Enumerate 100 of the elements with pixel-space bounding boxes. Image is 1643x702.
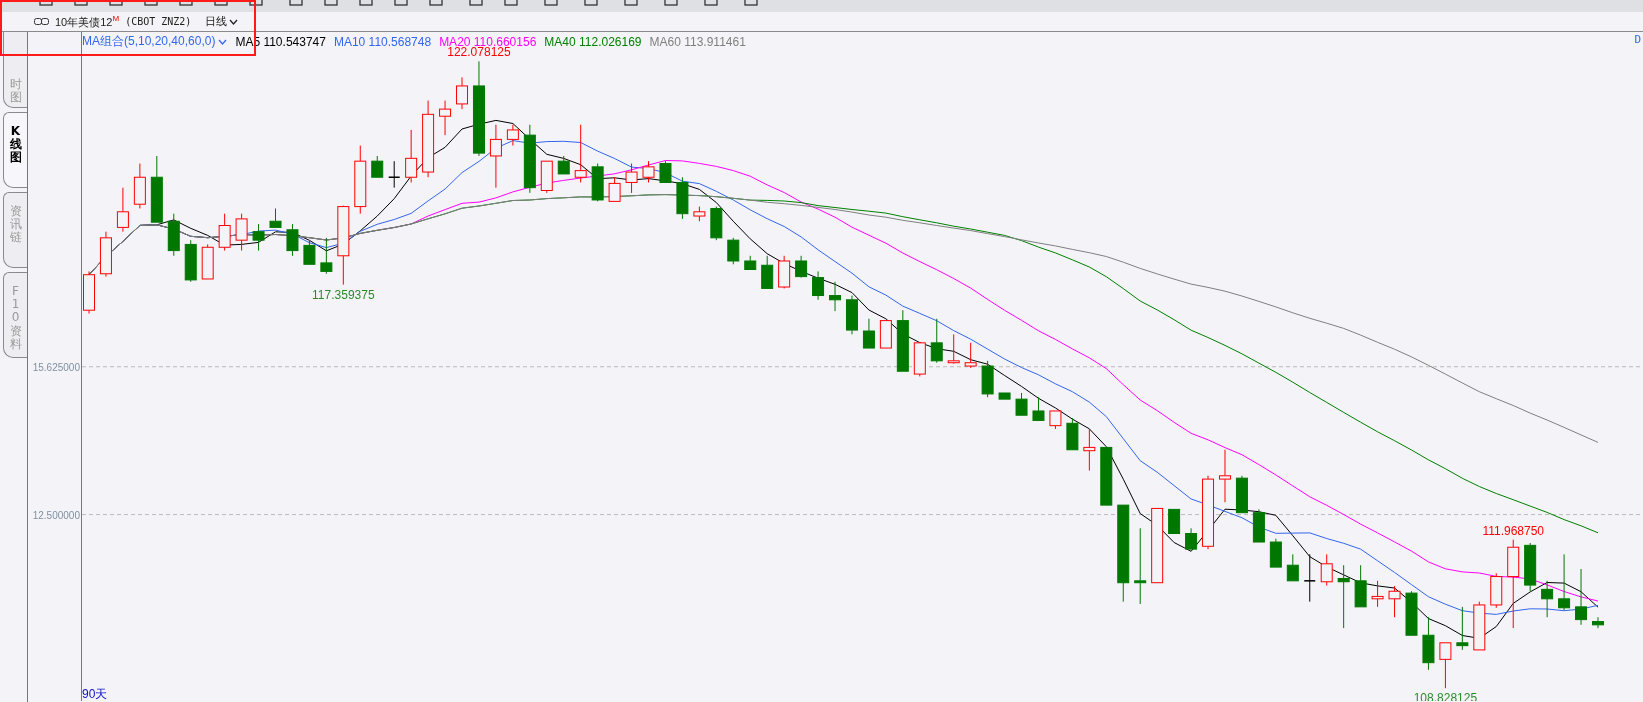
instrument-name: 10年美债12$^{M}$ [55,13,120,30]
candlestick [1252,508,1265,543]
candlestick [625,163,638,194]
candlestick [642,160,655,183]
candlestick [1185,527,1198,550]
indicator-dropdown[interactable]: MA组合(5,10,20,40,60,0) [82,33,228,50]
candlestick [947,333,960,365]
candlestick [1015,392,1028,416]
candlestick [812,270,825,301]
candlestick [1490,572,1503,609]
candlestick [727,237,740,265]
candlestick [744,255,757,270]
side-tab[interactable]: 资讯链 [3,192,27,268]
high-price-label: 122.078125 [447,45,511,60]
candlestick [1354,564,1367,608]
candlestick [201,243,214,280]
candlestick [1083,428,1096,472]
candlestick [862,318,875,349]
candlestick [184,239,197,283]
candlestick [913,342,926,377]
corner-mark: D [1634,33,1641,46]
candlestick [1066,417,1079,451]
caret-icon [229,18,239,25]
candlestick [456,76,468,110]
candlestick [235,213,248,252]
candlestick [371,155,384,178]
period-count-label: 90天 [82,687,108,701]
candlestick [303,239,316,265]
candlestick [778,255,791,289]
candlestick [1337,564,1350,629]
candlestick [269,208,282,228]
candlestick [83,270,95,314]
candlestick [387,160,401,189]
candlestick [354,145,367,215]
side-tab[interactable]: K线图 [3,112,27,188]
moving-average-value: MA60 113.911461 [649,34,746,49]
candlestick [1473,601,1486,651]
candlestick [1439,642,1452,689]
candlestick [829,281,841,312]
caret-icon [218,38,228,45]
candlestick [930,318,943,364]
candlestick [133,163,146,209]
chain-link-icon [34,18,49,25]
high-price-label: 111.968750 [1482,523,1545,538]
price-axis-label: 12.500000 [32,509,80,521]
candlestick [1422,616,1435,671]
price-axis-label: 15.625000 [32,361,80,373]
candlestick [1100,446,1113,506]
candlestick [167,213,180,257]
candlestick [1558,553,1571,611]
candlestick [1320,553,1333,587]
candlestick [523,124,536,194]
candlestick [439,100,452,136]
moving-average-value: MA40 112.026169 [544,34,642,49]
candlestick [320,237,333,275]
candlestick [1405,590,1418,636]
candlestick [659,160,672,183]
candlestick [1592,616,1604,629]
candlestick [1524,542,1537,592]
candlestick [99,231,112,278]
candlestick [1541,580,1554,618]
candlestick [1269,538,1282,568]
low-price-label: 117.359375 [312,287,375,302]
candlestick [540,160,553,194]
candlestick [116,187,129,233]
candlestick [591,163,604,202]
candlestick [1032,396,1045,421]
moving-average-value: MA10 110.568748 [333,34,432,49]
candlestick [795,255,808,279]
candlestick [506,124,519,147]
candlestick [1388,585,1401,618]
candlestick [998,392,1011,400]
candlestick [405,129,418,183]
candlestick [557,155,570,175]
candlestick [1168,508,1181,534]
candlestick [1371,580,1384,608]
candlestick [252,223,265,252]
period-dropdown[interactable]: 日线 [205,14,239,29]
candlestick [846,295,858,335]
candlestick [286,223,299,257]
candlestick [710,206,723,241]
side-tab[interactable]: 时图 [3,32,27,108]
candlestick [1049,410,1062,430]
candlestick [1286,553,1299,582]
instrument-code: (CBOT ZNZ2) [125,16,192,27]
candlestick [1575,568,1588,626]
candlestick [964,342,977,369]
candlestick [896,309,909,372]
candlestick [608,176,621,202]
candlestick [574,124,587,183]
candlestick [1219,449,1231,503]
candlestick [1235,475,1248,514]
candlestick [676,176,689,220]
candlestick [1303,553,1316,603]
candlestick [693,206,706,222]
candlestick [879,320,892,349]
candlestick [150,155,163,223]
candlestick [1456,606,1469,651]
candlestick [761,255,774,289]
candlestick [489,124,502,189]
